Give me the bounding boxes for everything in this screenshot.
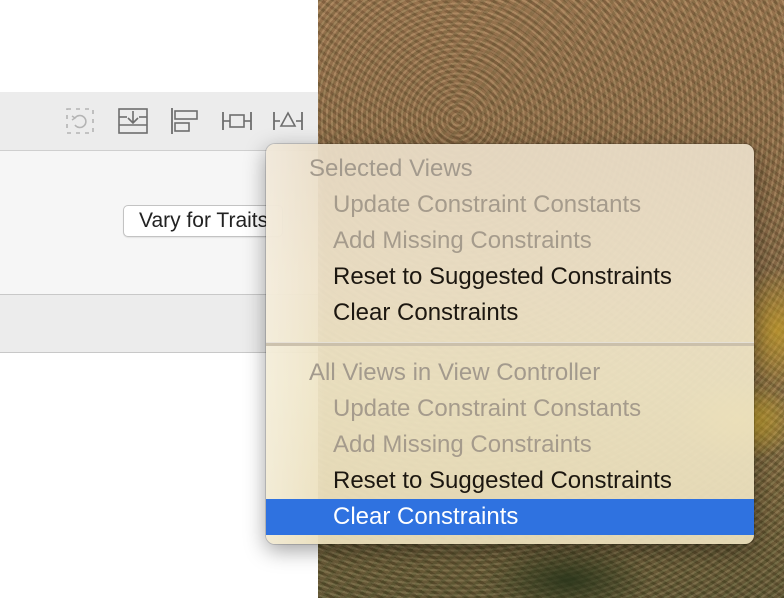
update-frames-icon[interactable]	[64, 106, 96, 136]
menu-item-update-constraint-constants-all[interactable]: Update Constraint Constants	[266, 391, 754, 427]
menu-item-clear-constraints-selected[interactable]: Clear Constraints	[266, 295, 754, 331]
menu-item-reset-to-suggested-constraints-all[interactable]: Reset to Suggested Constraints	[266, 463, 754, 499]
menu-item-update-constraint-constants-selected[interactable]: Update Constraint Constants	[266, 187, 754, 223]
vary-for-traits-button[interactable]: Vary for Traits	[123, 205, 283, 237]
resolve-auto-layout-issues-icon[interactable]	[272, 106, 304, 136]
menu-header-all-views: All Views in View Controller	[309, 359, 601, 386]
menu-item-reset-to-suggested-constraints-selected[interactable]: Reset to Suggested Constraints	[266, 259, 754, 295]
menu-item-add-missing-constraints-selected[interactable]: Add Missing Constraints	[266, 223, 754, 259]
canvas-bottom-toolbar	[0, 92, 318, 151]
align-icon[interactable]	[169, 106, 201, 136]
canvas-area	[0, 0, 318, 92]
menu-item-clear-constraints-all[interactable]: Clear Constraints	[266, 499, 754, 535]
menu-item-add-missing-constraints-all[interactable]: Add Missing Constraints	[266, 427, 754, 463]
resolve-auto-layout-issues-menu: Selected Views Update Constraint Constan…	[266, 144, 754, 544]
add-constraints-icon[interactable]	[221, 106, 253, 136]
embed-in-stack-icon[interactable]	[117, 106, 149, 136]
menu-separator	[266, 342, 754, 346]
menu-header-selected-views: Selected Views	[309, 155, 473, 182]
